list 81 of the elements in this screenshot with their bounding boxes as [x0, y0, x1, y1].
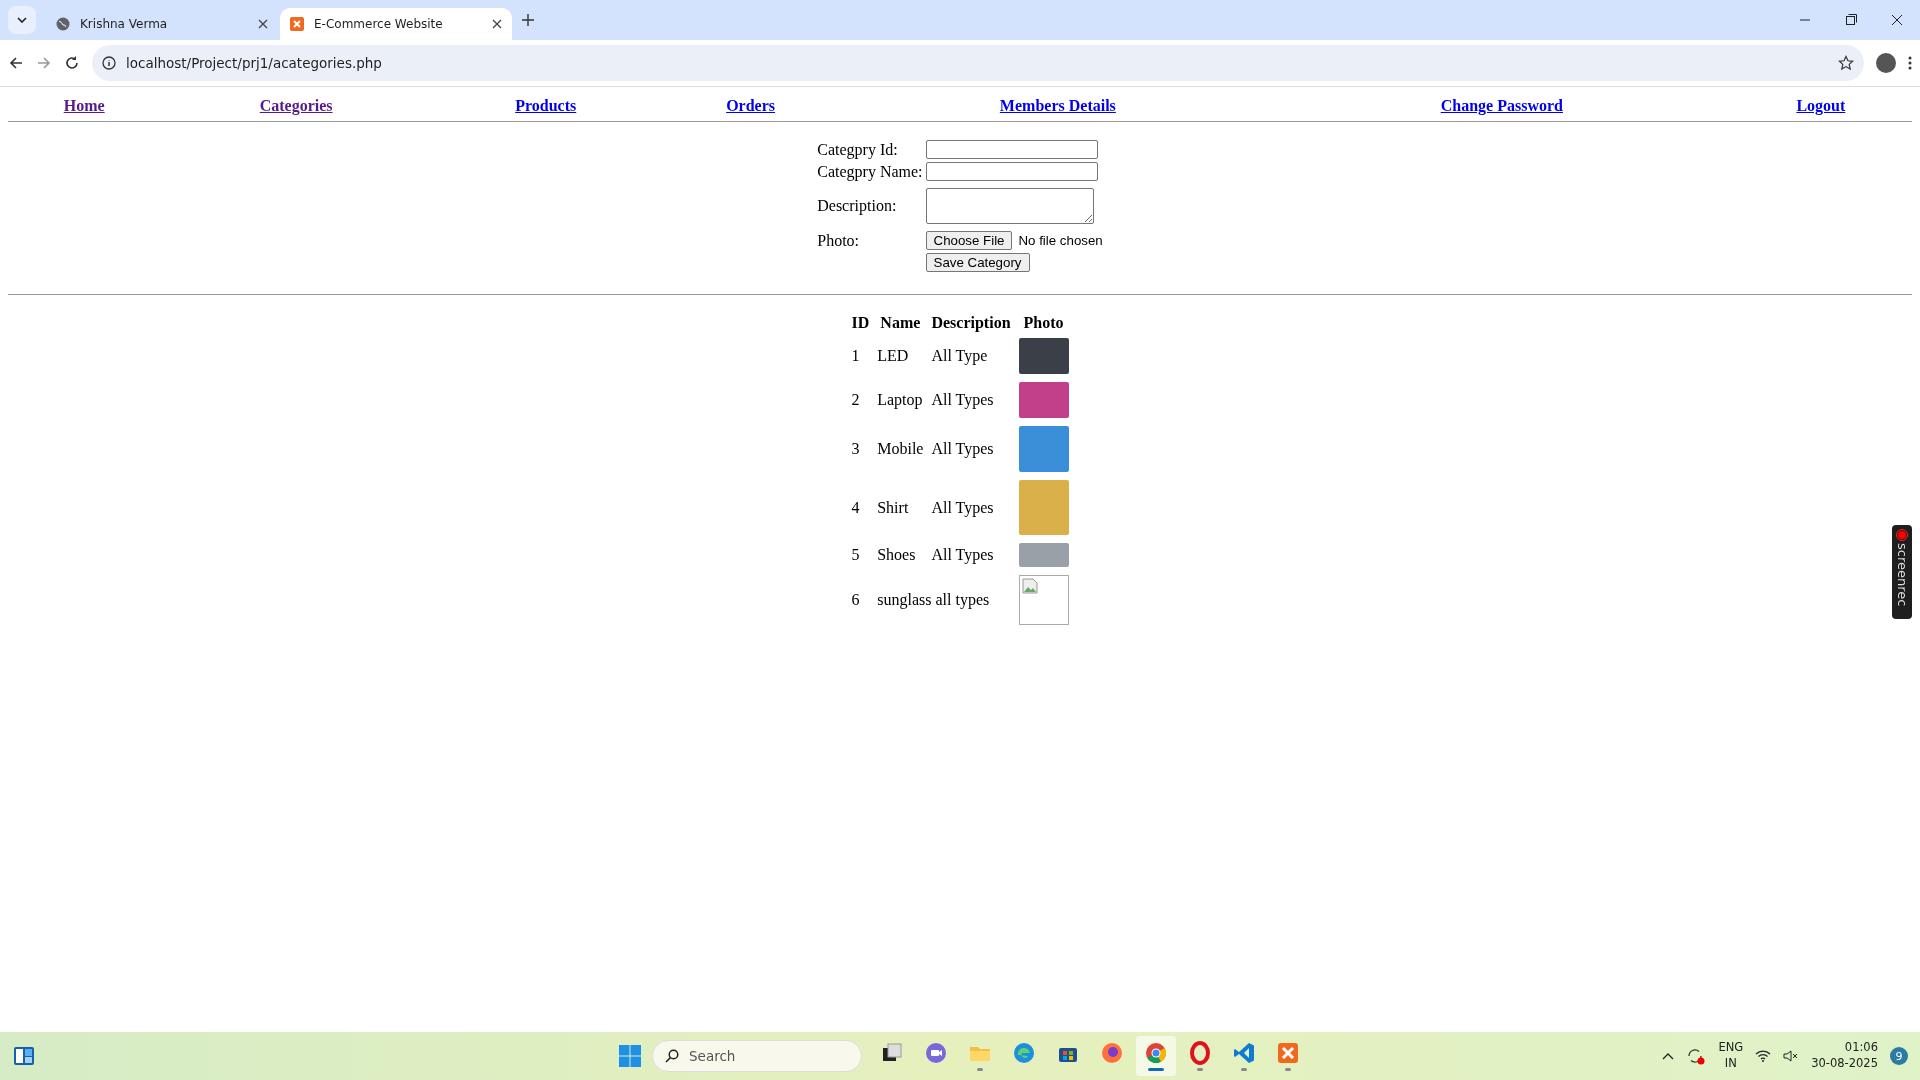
column-header: Photo: [1022, 313, 1065, 333]
field-label: Photo:: [817, 231, 861, 250]
photo-placeholder: [1018, 543, 1069, 567]
muted-speaker-icon[interactable]: [1783, 1049, 1800, 1063]
table-cell-text: Shoes: [876, 545, 917, 565]
field-label: Categpry Name:: [817, 162, 923, 181]
table-cell-text: 2: [850, 390, 861, 410]
nav-link[interactable]: Home: [63, 97, 105, 114]
broken-image: [1018, 575, 1069, 625]
search-icon: [665, 1049, 679, 1063]
photo-placeholder: [1018, 480, 1069, 535]
menu-icon[interactable]: [1908, 56, 1912, 70]
table-cell-text: All Types: [930, 439, 995, 460]
nav-link[interactable]: Categories: [259, 97, 333, 114]
table-cell-text: LED: [876, 346, 910, 366]
photo-placeholder: [1018, 338, 1069, 374]
table-cell-text: Mobile: [876, 439, 925, 459]
nav-link[interactable]: Members Details: [999, 97, 1116, 114]
nav-link[interactable]: Logout: [1796, 97, 1846, 114]
column-header: ID: [850, 313, 871, 333]
address-bar[interactable]: localhost/Project/prj1/acategories.php: [92, 45, 1864, 81]
nav-link[interactable]: Orders: [726, 97, 776, 114]
clock[interactable]: 01:06 30-08-2025: [1811, 1040, 1878, 1072]
chrome-icon: [1144, 1041, 1168, 1065]
file-status: No file chosen: [1018, 233, 1103, 248]
notification-badge[interactable]: 9: [1890, 1047, 1908, 1065]
table-cell-text: 5: [850, 545, 861, 565]
table-cell-text: 3: [850, 439, 861, 459]
tab-list-button[interactable]: [8, 6, 36, 34]
browser-icon: [1012, 1041, 1036, 1065]
table-cell-text: Shirt: [876, 497, 910, 518]
back-icon[interactable]: [8, 55, 24, 71]
browser-tab[interactable]: E-Commerce Website: [280, 8, 512, 40]
forward-icon[interactable]: [36, 55, 52, 71]
bookmark-star-icon[interactable]: [1838, 55, 1854, 71]
reload-icon[interactable]: [64, 55, 80, 71]
photo-placeholder: [1018, 426, 1069, 472]
table-cell-text: All Types: [930, 390, 995, 411]
description-field[interactable]: [925, 188, 1094, 224]
close-icon[interactable]: [492, 19, 502, 29]
column-header: Name: [879, 313, 922, 333]
column-header: Description: [930, 313, 1012, 333]
new-tab-icon[interactable]: [522, 14, 534, 26]
table-cell-text: sunglass all types: [876, 590, 991, 611]
input-field[interactable]: [925, 162, 1098, 181]
code-editor-icon: [1232, 1041, 1256, 1065]
chevron-down-icon: [17, 17, 27, 23]
input-field[interactable]: [925, 140, 1098, 159]
table-cell-text: 6: [850, 590, 861, 610]
save-button[interactable]: Save Category: [925, 253, 1030, 272]
table-cell-text: 4: [850, 497, 861, 518]
recorder-widget[interactable]: screenrec: [1892, 525, 1912, 619]
field-label: Description:: [817, 197, 898, 215]
nav-link[interactable]: Products: [515, 97, 577, 114]
info-icon[interactable]: [102, 56, 116, 70]
table-cell-text: 1: [850, 346, 861, 366]
table-cell-text: All Types: [930, 545, 995, 566]
windows-start-icon[interactable]: [618, 1044, 642, 1068]
sync-icon[interactable]: [1686, 1047, 1707, 1065]
browser-tab[interactable]: Krishna Verma: [46, 8, 278, 40]
table-cell-text: All Type: [930, 346, 989, 367]
recorder-label: screenrec: [1895, 543, 1909, 607]
language-indicator[interactable]: ENG IN: [1718, 1040, 1744, 1072]
close-icon[interactable]: [258, 19, 268, 29]
app-logo-icon: [1276, 1041, 1300, 1065]
globe-icon: [56, 17, 70, 31]
app-logo-icon: [290, 17, 304, 31]
video-chat-icon: [924, 1041, 948, 1065]
chevron-up-icon[interactable]: [1662, 1052, 1675, 1060]
table-cell-text: Laptop: [876, 390, 924, 411]
letter-o-icon: [1188, 1041, 1212, 1065]
field-label: Categpry Id:: [817, 140, 899, 159]
table-cell-text: All Types: [930, 497, 995, 519]
profile-avatar[interactable]: [1876, 53, 1896, 73]
photo-placeholder: [1018, 382, 1069, 418]
widgets-icon[interactable]: [12, 1044, 36, 1068]
choose-file-button[interactable]: Choose File: [925, 231, 1013, 250]
wifi-icon[interactable]: [1755, 1049, 1772, 1063]
search-field[interactable]: Search: [652, 1040, 862, 1072]
record-icon[interactable]: [1896, 529, 1908, 541]
nav-link[interactable]: Change Password: [1440, 97, 1563, 114]
